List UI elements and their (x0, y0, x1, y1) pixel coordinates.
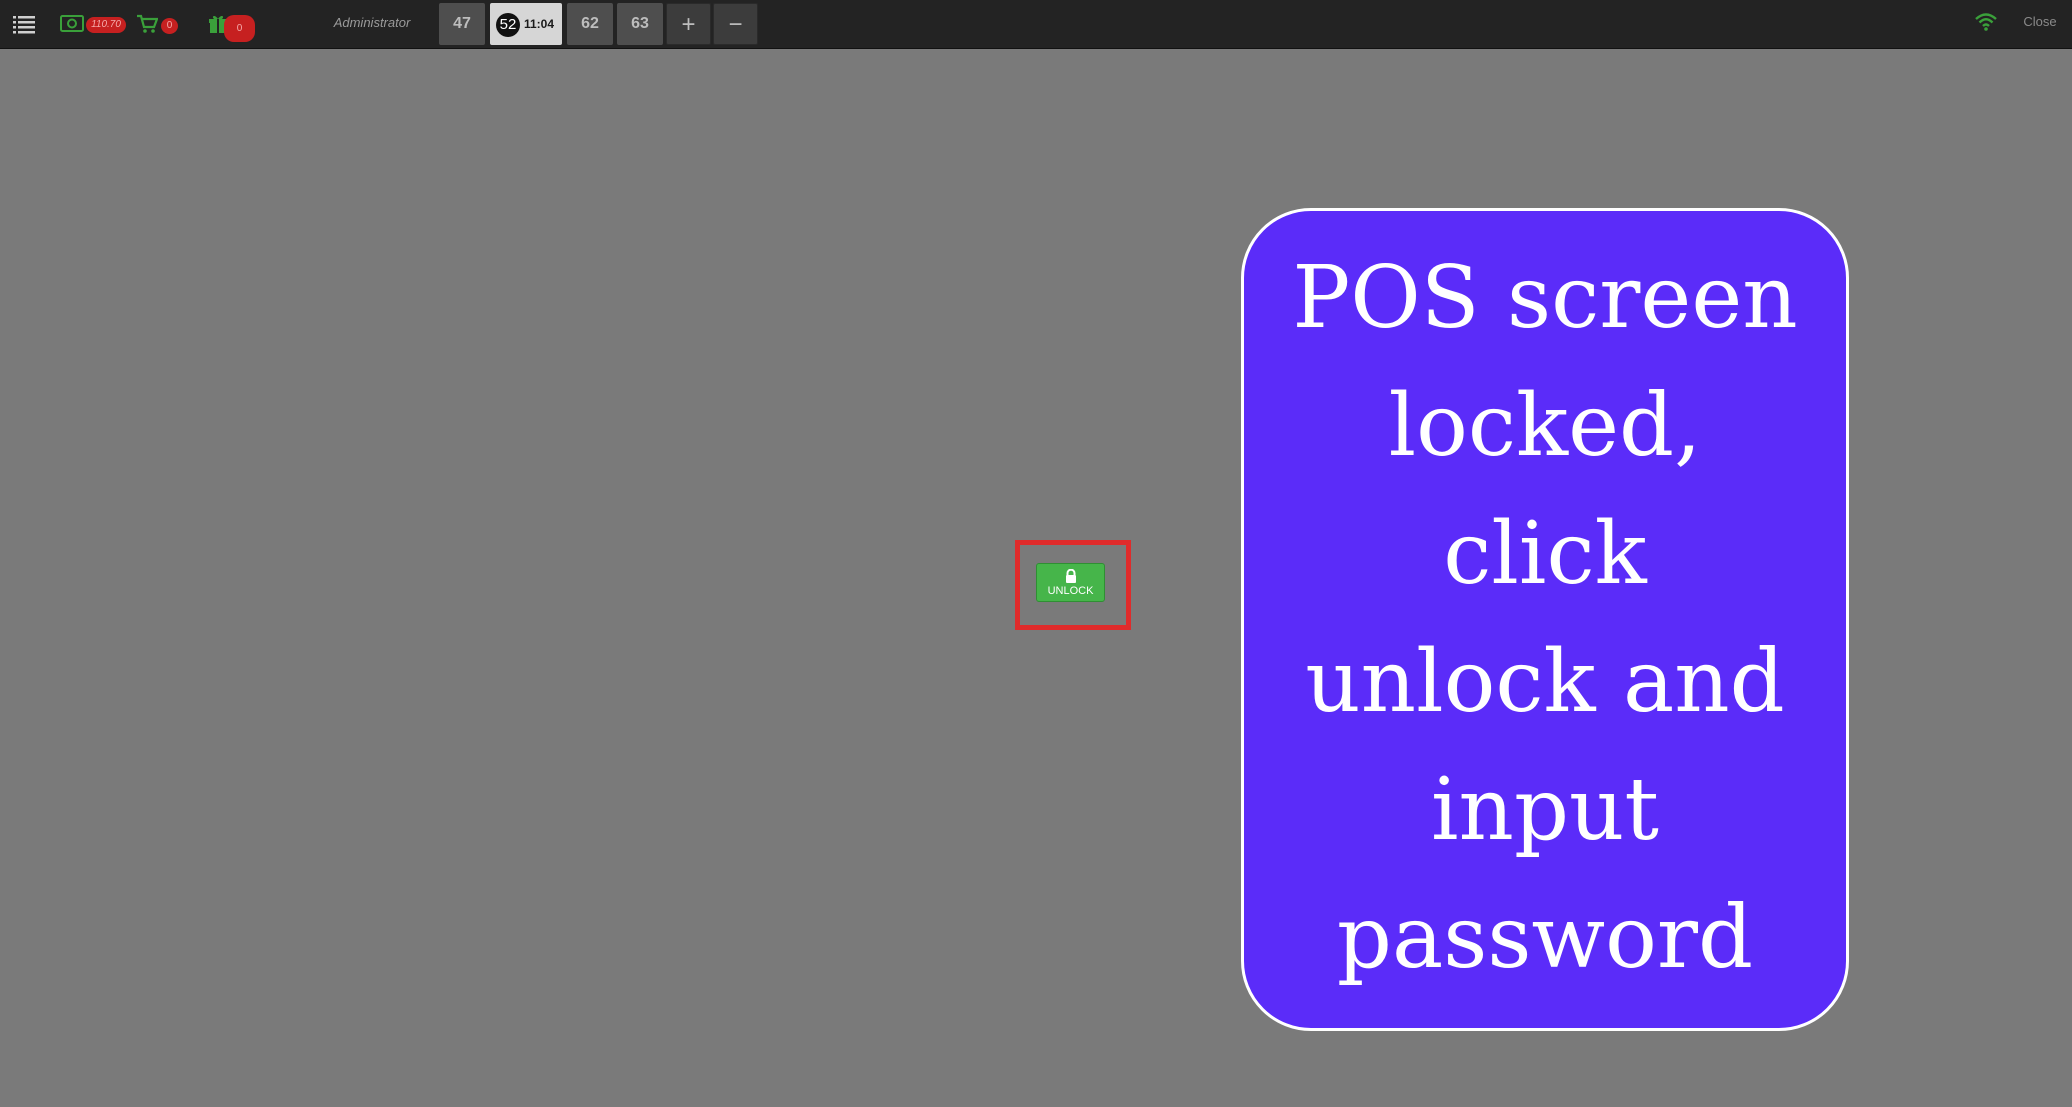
tab-order-62[interactable]: 62 (567, 3, 613, 45)
top-toolbar: 110.70 0 0 Administrator 47 52 11:04 62 … (0, 0, 2072, 49)
cart-icon[interactable] (136, 14, 158, 34)
remove-tab-button[interactable]: − (713, 3, 758, 45)
wifi-icon (1975, 13, 1997, 31)
cash-amount-badge: 110.70 (86, 17, 126, 33)
unlock-label: UNLOCK (1047, 585, 1094, 597)
cash-icon[interactable] (60, 15, 84, 32)
tab-order-time: 11:04 (524, 17, 555, 31)
list-menu-icon[interactable] (12, 12, 36, 36)
gift-count-badge: 0 (224, 15, 255, 42)
cart-count-badge: 0 (161, 18, 178, 34)
tab-order-number: 52 (496, 13, 520, 37)
tab-order-63[interactable]: 63 (617, 3, 663, 45)
user-label: Administrator (333, 15, 411, 30)
lock-icon (1066, 569, 1076, 583)
unlock-button[interactable]: UNLOCK (1036, 563, 1105, 602)
add-tab-button[interactable]: + (666, 3, 711, 45)
close-button[interactable]: Close (2012, 14, 2068, 29)
tab-order-47[interactable]: 47 (439, 3, 485, 45)
instruction-callout: POS screen locked, click unlock and inpu… (1241, 208, 1849, 1031)
instruction-text: POS screen locked, click unlock and inpu… (1292, 247, 1798, 988)
tab-order-52-active[interactable]: 52 11:04 (490, 3, 562, 45)
